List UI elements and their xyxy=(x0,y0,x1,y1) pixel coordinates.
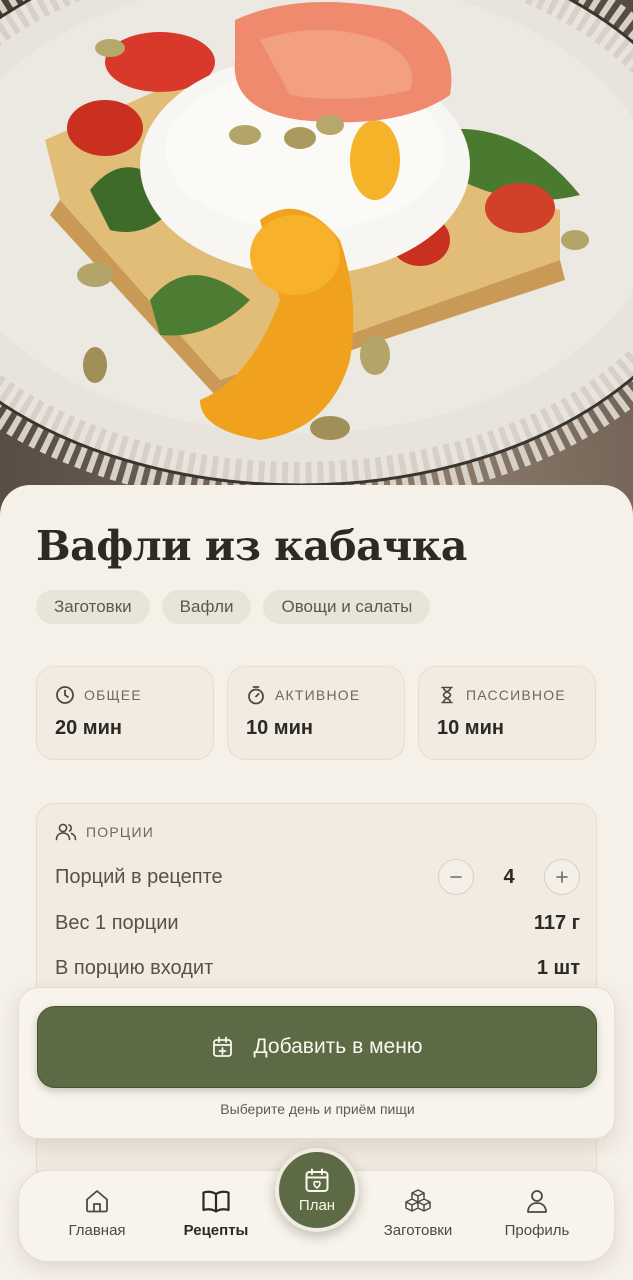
weight-row: Вес 1 порции 117 г xyxy=(55,908,580,938)
nav-item-label: Заготовки xyxy=(383,1222,453,1239)
nav-item-recipes[interactable]: Рецепты xyxy=(161,1187,271,1239)
time-card-passive: ПАССИВНОЕ 10 мин xyxy=(418,666,596,760)
add-to-menu-hint: Выберите день и приём пищи xyxy=(220,1101,415,1117)
add-to-menu-button[interactable]: Добавить в меню xyxy=(37,1006,597,1088)
time-cards: ОБЩЕЕ 20 мин АКТИВНОЕ 10 мин ПАССИВНОЕ 1… xyxy=(36,666,596,760)
weight-value: 117 г xyxy=(533,911,580,934)
time-card-active: АКТИВНОЕ 10 мин xyxy=(227,666,405,760)
time-card-value: 10 мин xyxy=(437,717,504,739)
nav-item-label: Главная xyxy=(68,1222,126,1239)
calendar-plus-icon xyxy=(213,1036,233,1057)
recipe-title: Вафли из кабачка xyxy=(36,522,467,570)
home-icon xyxy=(86,1190,108,1213)
clock-icon xyxy=(56,686,74,704)
servings-stepper: 4 xyxy=(438,859,580,895)
nav-item-label: Рецепты xyxy=(183,1222,249,1239)
add-to-menu-panel: Добавить в меню Выберите день и приём пи… xyxy=(18,987,615,1139)
minus-icon xyxy=(450,876,462,878)
calendar-heart-icon xyxy=(305,1168,329,1192)
nav-item-label: План xyxy=(298,1196,336,1214)
time-card-label: АКТИВНОЕ xyxy=(275,687,361,703)
recipe-photo-illustration xyxy=(0,0,633,508)
time-card-label: ОБЩЕЕ xyxy=(84,687,142,703)
servings-label: Порций в рецепте xyxy=(55,865,223,888)
time-card-total: ОБЩЕЕ 20 мин xyxy=(36,666,214,760)
tag-chip[interactable]: Овощи и салаты xyxy=(263,590,431,624)
cubes-icon xyxy=(405,1189,431,1212)
user-icon xyxy=(527,1190,547,1213)
contains-row: В порцию входит 1 шт xyxy=(55,953,580,983)
weight-label: Вес 1 порции xyxy=(55,911,179,934)
contains-value: 1 шт xyxy=(536,956,580,979)
book-icon xyxy=(202,1190,230,1213)
servings-value: 4 xyxy=(503,865,515,888)
tag-chip[interactable]: Вафли xyxy=(161,590,252,624)
nav-item-plan[interactable]: План xyxy=(275,1148,359,1232)
recipe-tags: Заготовки Вафли Овощи и салаты xyxy=(36,590,431,624)
time-card-label: ПАССИВНОЕ xyxy=(466,687,566,703)
hourglass-icon xyxy=(441,686,453,704)
plus-icon xyxy=(556,871,568,883)
portions-header: ПОРЦИИ xyxy=(86,824,154,840)
servings-row: Порций в рецепте 4 xyxy=(55,859,580,895)
nav-item-label: Профиль xyxy=(504,1222,570,1239)
decrement-button[interactable] xyxy=(438,859,474,895)
users-icon xyxy=(55,823,77,841)
nav-item-home[interactable]: Главная xyxy=(42,1187,152,1239)
recipe-photo xyxy=(0,0,633,520)
time-card-value: 10 мин xyxy=(246,717,313,739)
stopwatch-icon xyxy=(248,686,264,705)
tag-chip[interactable]: Заготовки xyxy=(36,590,150,624)
time-card-value: 20 мин xyxy=(55,717,122,739)
add-to-menu-label: Добавить в меню xyxy=(253,1035,423,1058)
nav-item-profile[interactable]: Профиль xyxy=(482,1187,592,1239)
increment-button[interactable] xyxy=(544,859,580,895)
nav-item-preps[interactable]: Заготовки xyxy=(363,1187,473,1239)
contains-label: В порцию входит xyxy=(55,956,214,979)
